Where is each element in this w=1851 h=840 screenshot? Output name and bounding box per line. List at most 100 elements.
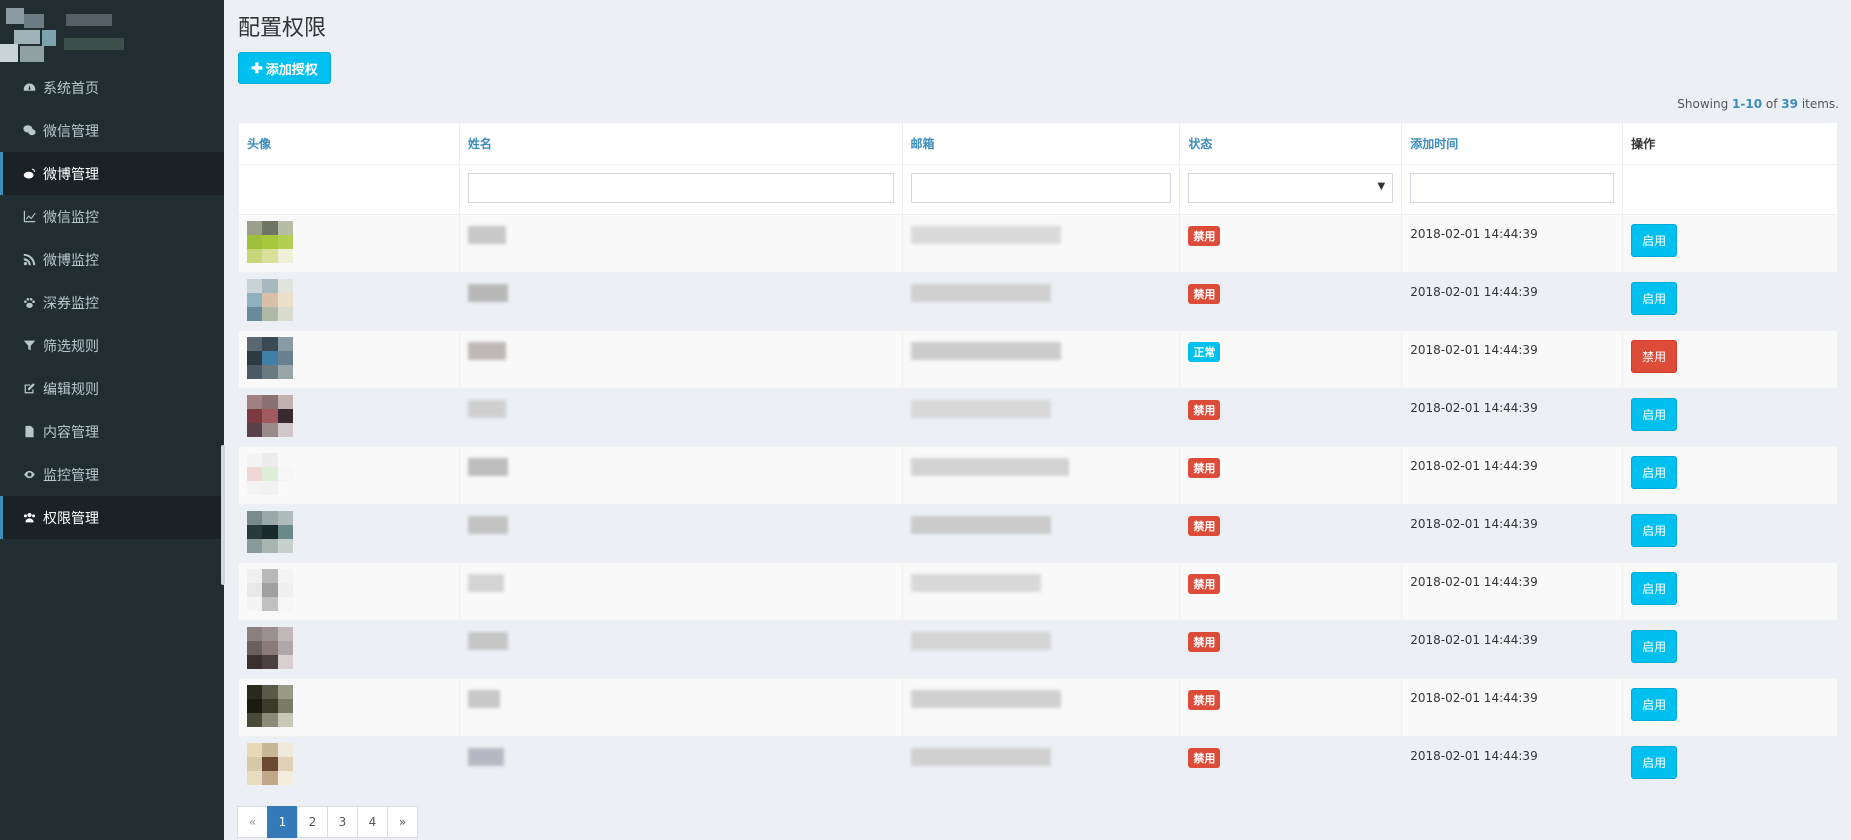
pagination-page-4[interactable]: 4 xyxy=(357,806,388,838)
sidebar-item-coupon-monitor[interactable]: 深券监控 xyxy=(0,281,224,324)
email-filter-input[interactable] xyxy=(910,173,1172,203)
added-time-cell: 2018-02-01 14:44:39 xyxy=(1401,620,1624,679)
status-cell: 禁用 xyxy=(1179,620,1403,679)
avatar-cell xyxy=(238,562,460,621)
name-redacted xyxy=(467,574,504,592)
name-cell xyxy=(458,736,903,795)
edit-icon xyxy=(21,382,37,396)
avatar xyxy=(247,569,293,611)
avatar xyxy=(247,453,293,495)
avatar-cell xyxy=(238,504,460,563)
enable-button[interactable]: 启用 xyxy=(1631,282,1678,315)
name-cell xyxy=(458,446,903,505)
filter-icon xyxy=(21,339,37,353)
summary-total: 39 xyxy=(1781,97,1798,111)
name-cell xyxy=(458,330,903,389)
sidebar-item-weibo-monitor[interactable]: 微博监控 xyxy=(0,238,224,281)
pagination-prev[interactable]: « xyxy=(237,806,268,838)
enable-button[interactable]: 启用 xyxy=(1631,630,1678,663)
email-cell xyxy=(901,272,1181,331)
column-header-email[interactable]: 邮箱 xyxy=(901,122,1181,165)
sidebar-item-edit-rules[interactable]: 编辑规则 xyxy=(0,367,224,410)
sidebar-item-label: 监控管理 xyxy=(43,467,99,484)
table-row: 禁用 2018-02-01 14:44:39 启用 xyxy=(238,272,1838,331)
actions-cell: 启用 xyxy=(1622,388,1838,447)
status-badge: 正常 xyxy=(1188,342,1221,362)
enable-button[interactable]: 启用 xyxy=(1631,688,1678,721)
column-header-status[interactable]: 状态 xyxy=(1179,122,1403,165)
column-header-added-time[interactable]: 添加时间 xyxy=(1401,122,1624,165)
added-time-cell: 2018-02-01 14:44:39 xyxy=(1401,504,1624,563)
add-authorization-label: 添加授权 xyxy=(265,61,318,77)
summary-suffix: items. xyxy=(1801,97,1839,111)
status-badge: 禁用 xyxy=(1188,458,1221,478)
status-badge: 禁用 xyxy=(1188,574,1221,594)
added-time-filter-input[interactable] xyxy=(1410,173,1615,203)
added-time-cell: 2018-02-01 14:44:39 xyxy=(1401,272,1624,331)
filter-row: ▼ xyxy=(238,164,1838,215)
name-cell xyxy=(458,388,903,447)
pagination-page-3[interactable]: 3 xyxy=(327,806,358,838)
table-row: 禁用 2018-02-01 14:44:39 启用 xyxy=(238,504,1838,563)
sidebar-item-filter-rules[interactable]: 筛选规则 xyxy=(0,324,224,367)
sidebar-item-wechat[interactable]: 微信管理 xyxy=(0,109,224,152)
column-header-name[interactable]: 姓名 xyxy=(458,122,903,165)
enable-button[interactable]: 启用 xyxy=(1631,514,1678,547)
pagination-page-1[interactable]: 1 xyxy=(267,806,298,838)
enable-button[interactable]: 启用 xyxy=(1631,746,1678,779)
email-redacted xyxy=(910,690,1061,708)
sidebar-item-permissions[interactable]: 权限管理 xyxy=(0,496,224,539)
added-time: 2018-02-01 14:44:39 xyxy=(1410,401,1538,415)
status-badge: 禁用 xyxy=(1188,226,1221,246)
table-row: 禁用 2018-02-01 14:44:39 启用 xyxy=(238,214,1838,273)
name-cell xyxy=(458,620,903,679)
enable-button[interactable]: 启用 xyxy=(1631,224,1678,257)
status-badge: 禁用 xyxy=(1188,516,1221,536)
sidebar-item-weibo[interactable]: 微博管理 xyxy=(0,152,224,195)
pagination-page-2[interactable]: 2 xyxy=(297,806,328,838)
name-redacted xyxy=(467,690,500,708)
file-icon xyxy=(21,425,37,439)
table-row: 禁用 2018-02-01 14:44:39 启用 xyxy=(238,562,1838,621)
disable-button[interactable]: 禁用 xyxy=(1631,340,1678,373)
added-time: 2018-02-01 14:44:39 xyxy=(1410,517,1538,531)
status-cell: 正常 xyxy=(1179,330,1403,389)
actions-cell: 启用 xyxy=(1622,214,1838,273)
sidebar-item-wechat-monitor[interactable]: 微信监控 xyxy=(0,195,224,238)
avatar xyxy=(247,685,293,727)
filter-cell-status: ▼ xyxy=(1179,164,1403,215)
added-time: 2018-02-01 14:44:39 xyxy=(1410,459,1538,473)
name-filter-input[interactable] xyxy=(467,173,894,203)
add-authorization-button[interactable]: ✚ 添加授权 xyxy=(238,52,331,84)
weibo-icon xyxy=(21,167,37,181)
actions-cell: 启用 xyxy=(1622,678,1838,737)
name-redacted xyxy=(467,632,508,650)
sidebar-item-dashboard[interactable]: 系统首页 xyxy=(0,66,224,109)
sidebar-item-label: 微信管理 xyxy=(43,123,99,140)
sidebar-item-monitor[interactable]: 监控管理 xyxy=(0,453,224,496)
sidebar-item-content[interactable]: 内容管理 xyxy=(0,410,224,453)
sidebar-item-label: 权限管理 xyxy=(43,510,99,527)
rss-icon xyxy=(21,253,37,267)
paw-icon xyxy=(21,296,37,310)
avatar xyxy=(247,627,293,669)
sidebar-item-label: 系统首页 xyxy=(43,80,99,97)
status-filter-select[interactable] xyxy=(1188,173,1394,203)
avatar xyxy=(247,511,293,553)
column-header-avatar[interactable]: 头像 xyxy=(238,122,460,165)
email-redacted xyxy=(910,342,1061,360)
name-redacted xyxy=(467,516,508,534)
enable-button[interactable]: 启用 xyxy=(1631,398,1678,431)
avatar xyxy=(247,279,293,321)
status-cell: 禁用 xyxy=(1179,736,1403,795)
added-time-cell: 2018-02-01 14:44:39 xyxy=(1401,446,1624,505)
actions-cell: 启用 xyxy=(1622,736,1838,795)
avatar-cell xyxy=(238,736,460,795)
column-header-actions: 操作 xyxy=(1622,122,1838,165)
avatar-cell xyxy=(238,678,460,737)
pagination-next[interactable]: » xyxy=(387,806,418,838)
enable-button[interactable]: 启用 xyxy=(1631,456,1678,489)
email-redacted xyxy=(910,574,1041,592)
enable-button[interactable]: 启用 xyxy=(1631,572,1678,605)
sidebar-item-label: 编辑规则 xyxy=(43,381,99,398)
